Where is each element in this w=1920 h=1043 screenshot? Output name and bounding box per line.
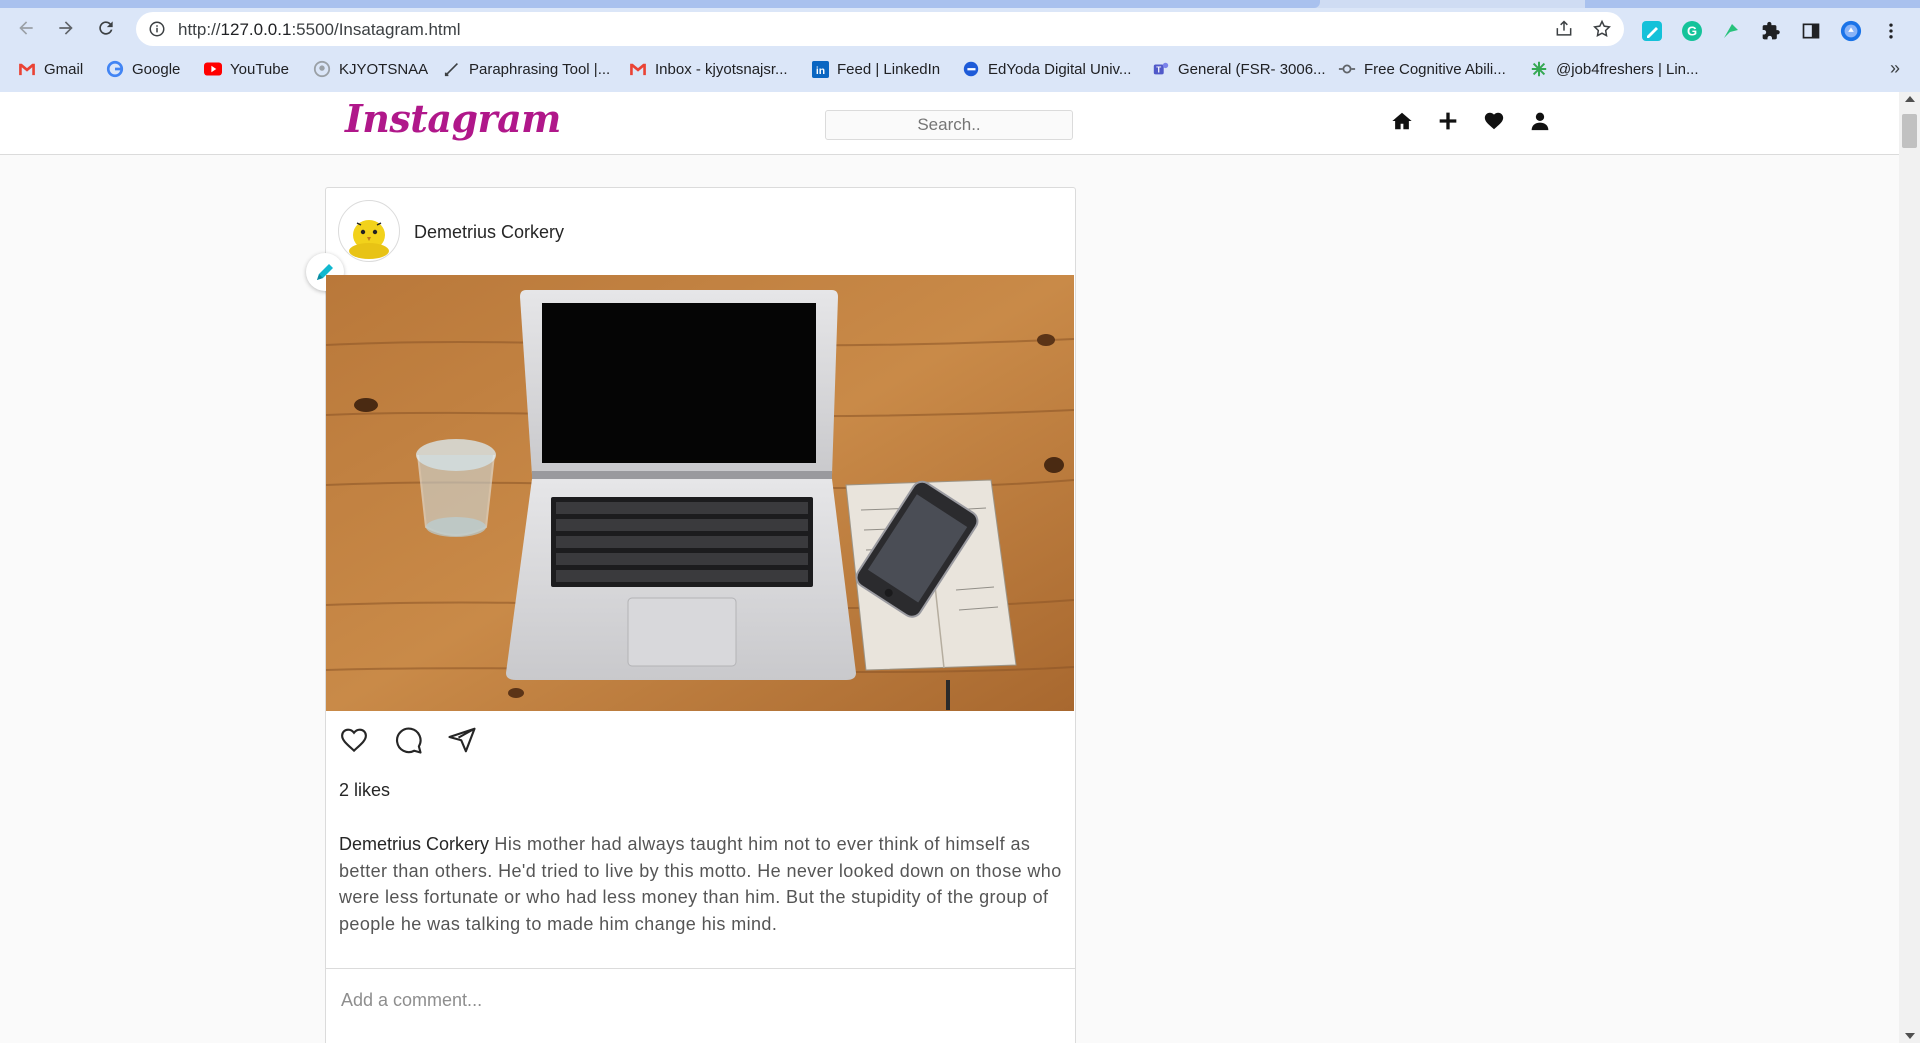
like-heart-icon[interactable] bbox=[338, 724, 370, 756]
more-bookmarks-button[interactable]: » bbox=[1890, 58, 1900, 79]
reload-icon bbox=[99, 21, 113, 35]
bookmark-edyoda[interactable]: EdYoda Digital Univ... bbox=[962, 60, 1131, 78]
bookmark-label: Inbox - kjyotsnajsr... bbox=[655, 60, 788, 78]
bookmark-label: KJYOTSNAA bbox=[339, 60, 429, 78]
instagram-logo[interactable]: Instagram bbox=[345, 96, 561, 141]
scrollbar-thumb[interactable] bbox=[1902, 114, 1917, 148]
scroll-up-arrow-icon[interactable] bbox=[1905, 96, 1915, 102]
svg-text:T: T bbox=[1156, 66, 1161, 75]
site-info-icon[interactable] bbox=[148, 20, 166, 38]
active-tab[interactable] bbox=[0, 0, 1320, 8]
extension-edit-icon[interactable] bbox=[1641, 20, 1663, 42]
avatar-bird-icon bbox=[349, 220, 389, 259]
bookmark-general[interactable]: T General (FSR- 3006... bbox=[1152, 60, 1326, 78]
bookmarks-bar: Gmail Google YouTube KJYOTSNAA Paraphras… bbox=[0, 52, 1920, 88]
svg-text:G: G bbox=[1687, 24, 1697, 39]
comment-icon[interactable] bbox=[392, 724, 424, 756]
google-icon bbox=[106, 60, 124, 78]
bookmark-label: Google bbox=[132, 60, 181, 78]
instagram-navbar: Instagram bbox=[0, 92, 1899, 155]
reload-button[interactable] bbox=[92, 14, 120, 42]
caption-username[interactable]: Demetrius Corkery bbox=[339, 834, 489, 854]
bookmark-label: Paraphrasing Tool |... bbox=[469, 60, 611, 78]
page-scrollbar[interactable] bbox=[1899, 92, 1920, 1043]
bookmark-google[interactable]: Google bbox=[106, 60, 180, 78]
bookmark-label: @job4freshers | Lin... bbox=[1556, 60, 1699, 78]
comment-section bbox=[326, 968, 1075, 1033]
bookmark-free-cognitive[interactable]: Free Cognitive Abili... bbox=[1338, 60, 1506, 78]
svg-text:in: in bbox=[815, 66, 824, 77]
url-path: :5500/Insatagram.html bbox=[291, 20, 461, 39]
post-actions bbox=[338, 724, 478, 756]
linkedin-icon: in bbox=[811, 60, 829, 78]
bookmark-label: YouTube bbox=[230, 60, 289, 78]
url-scheme: http:// bbox=[178, 20, 221, 39]
heart-icon[interactable] bbox=[1483, 110, 1505, 132]
quill-icon bbox=[443, 60, 461, 78]
url-host: 127.0.0.1 bbox=[220, 20, 292, 39]
forward-button[interactable] bbox=[52, 14, 80, 42]
bookmark-label: Gmail bbox=[44, 60, 84, 78]
post-username[interactable]: Demetrius Corkery bbox=[414, 222, 564, 243]
bookmark-linkedin[interactable]: in Feed | LinkedIn bbox=[811, 60, 940, 78]
plus-icon[interactable] bbox=[1437, 110, 1459, 132]
extensions-puzzle-icon[interactable] bbox=[1760, 20, 1782, 42]
bookmark-kjyotsnaa[interactable]: KJYOTSNAA bbox=[313, 60, 428, 78]
comment-input[interactable] bbox=[339, 989, 1043, 1012]
bookmark-label: EdYoda Digital Univ... bbox=[988, 60, 1132, 78]
post-image[interactable] bbox=[326, 275, 1074, 711]
url-text[interactable]: http://127.0.0.1:5500/Insatagram.html bbox=[178, 20, 461, 40]
bookmark-label: Feed | LinkedIn bbox=[837, 60, 941, 78]
laptop-desk-photo bbox=[326, 275, 1074, 711]
job-icon bbox=[1530, 60, 1548, 78]
search-input[interactable] bbox=[825, 110, 1073, 140]
home-icon[interactable] bbox=[1391, 110, 1413, 132]
gmail-icon bbox=[629, 60, 647, 78]
forward-arrow-icon bbox=[59, 21, 73, 35]
bookmark-gmail[interactable]: Gmail bbox=[18, 60, 83, 78]
gmail-icon bbox=[18, 60, 36, 78]
extension-leaf-icon[interactable] bbox=[1720, 20, 1742, 42]
page-viewport: Instagram Search.. Demetrius Corkery 2 l… bbox=[0, 92, 1899, 1043]
post-card: Demetrius Corkery 2 likes Demetrius Cork… bbox=[306, 187, 1076, 1043]
side-panel-icon[interactable] bbox=[1800, 20, 1822, 42]
github-icon bbox=[313, 60, 331, 78]
share-icon[interactable] bbox=[446, 724, 478, 756]
user-icon[interactable] bbox=[1529, 110, 1551, 132]
nav-icons bbox=[1391, 110, 1551, 132]
back-button[interactable] bbox=[12, 14, 40, 42]
cognitive-icon bbox=[1338, 60, 1356, 78]
address-bar[interactable]: http://127.0.0.1:5500/Insatagram.html bbox=[136, 12, 1624, 46]
bookmark-job4freshers[interactable]: @job4freshers | Lin... bbox=[1530, 60, 1699, 78]
browser-toolbar: http://127.0.0.1:5500/Insatagram.html G bbox=[0, 8, 1920, 48]
browser-menu-icon[interactable] bbox=[1880, 20, 1902, 42]
edyoda-icon bbox=[962, 60, 980, 78]
scroll-down-arrow-icon[interactable] bbox=[1905, 1033, 1915, 1039]
browser-chrome: http://127.0.0.1:5500/Insatagram.html G bbox=[0, 0, 1920, 92]
bookmark-label: Free Cognitive Abili... bbox=[1364, 60, 1506, 78]
bookmark-paraphrasing-tool[interactable]: Paraphrasing Tool |... bbox=[443, 60, 610, 78]
bookmark-star-icon[interactable] bbox=[1592, 19, 1612, 39]
youtube-icon bbox=[204, 60, 222, 78]
profile-avatar-icon[interactable] bbox=[1840, 20, 1862, 42]
post-caption: Demetrius Corkery His mother had always … bbox=[339, 831, 1067, 937]
grammarly-icon[interactable]: G bbox=[1681, 20, 1703, 42]
teams-icon: T bbox=[1152, 60, 1170, 78]
tab-strip bbox=[0, 0, 1920, 8]
bookmark-youtube[interactable]: YouTube bbox=[204, 60, 289, 78]
bookmark-inbox[interactable]: Inbox - kjyotsnajsr... bbox=[629, 60, 788, 78]
back-arrow-icon bbox=[19, 21, 33, 35]
likes-count[interactable]: 2 likes bbox=[339, 780, 390, 801]
inactive-tab[interactable] bbox=[1585, 0, 1920, 8]
bookmark-label: General (FSR- 3006... bbox=[1178, 60, 1326, 78]
post-header: Demetrius Corkery bbox=[326, 188, 1075, 274]
share-page-icon[interactable] bbox=[1554, 19, 1574, 39]
avatar[interactable] bbox=[338, 200, 400, 262]
